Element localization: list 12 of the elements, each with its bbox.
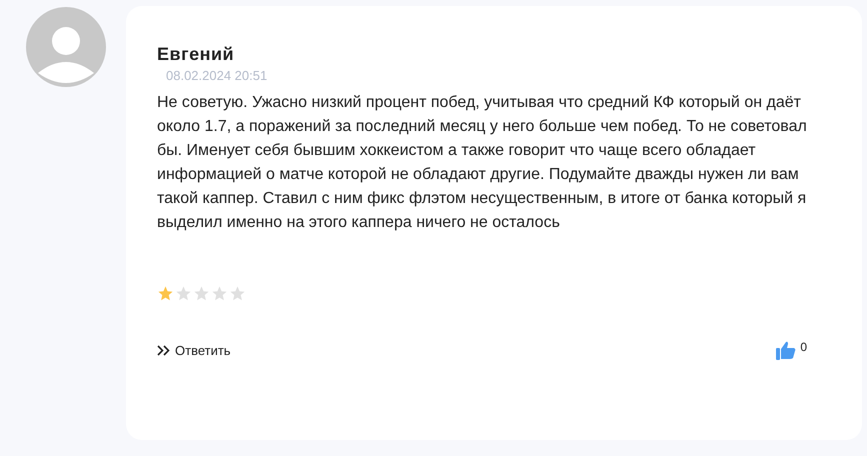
star-icon	[229, 285, 246, 302]
review-date: 08.02.2024 20:51	[166, 68, 268, 83]
like-count: 0	[800, 340, 807, 354]
star-icon	[157, 285, 174, 302]
star-icon	[211, 285, 228, 302]
star-icon	[193, 285, 210, 302]
star-icon	[175, 285, 192, 302]
author-name: Евгений	[157, 44, 236, 65]
chevrons-icon	[157, 344, 170, 356]
review-text: Не советую. Ужасно низкий процент побед, учитывая что средний КФ который он даёт около 1.7, а поражений за последний месяц у него больше чем побед. То не советовал бы. Именует себя бывшим хоккеистом а также говорит что чаще всего обладает информацией о матче которой не обладают другие. Подумайте дважды нужен ли вам такой каппер. Ставил с ним фикс флэтом несущественным, в итоге от банка который я выделил именно на этого каппера ничего не осталось	[157, 93, 808, 233]
thumbs-up-icon[interactable]	[776, 340, 796, 360]
reply-link[interactable]: Ответить	[157, 342, 231, 358]
